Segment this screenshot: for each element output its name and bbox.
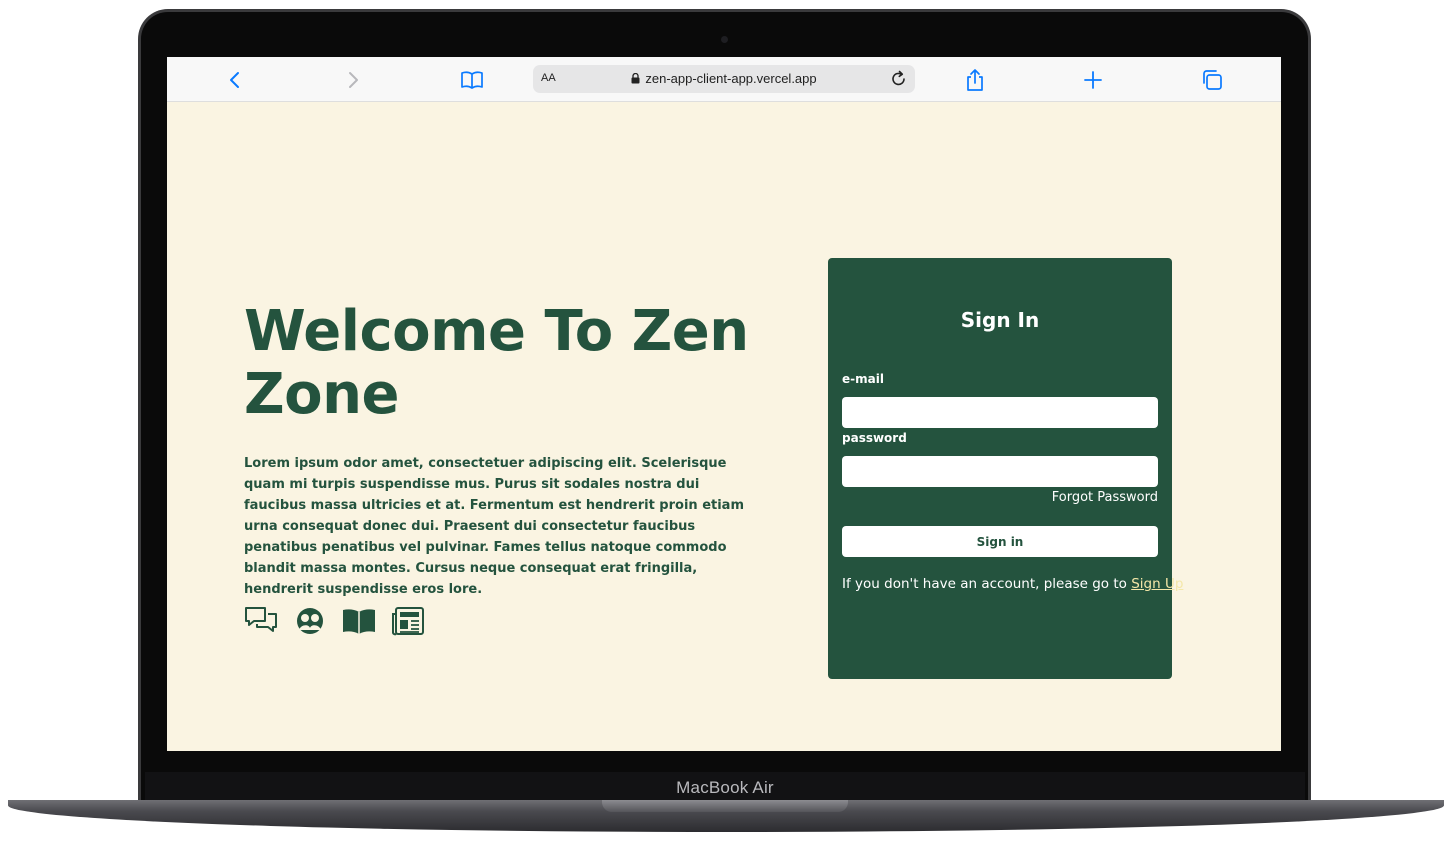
laptop-notch (602, 800, 848, 812)
address-bar[interactable]: AA zen-app-client-app.vercel.app (533, 65, 915, 93)
email-field[interactable] (842, 397, 1158, 428)
new-tab-icon (1084, 71, 1102, 89)
url-display: zen-app-client-app.vercel.app (533, 71, 915, 86)
hero-description: Lorem ipsum odor amet, consectetuer adip… (244, 456, 744, 597)
community-icon (292, 605, 328, 637)
back-icon (230, 72, 239, 88)
feature-icons (243, 605, 426, 637)
reload-button[interactable] (889, 69, 909, 89)
signup-prompt: If you don't have an account, please go … (842, 576, 1183, 592)
device-brand-label: MacBook Air (676, 778, 774, 797)
url-text: zen-app-client-app.vercel.app (645, 71, 817, 86)
forgot-password-link[interactable]: Forgot Password (1052, 490, 1158, 505)
signin-card: Sign In e-mail password Forgot Password … (828, 258, 1183, 679)
forward-button[interactable] (340, 67, 366, 93)
forward-icon (349, 72, 358, 88)
new-tab-button[interactable] (1080, 67, 1106, 93)
bookmarks-button[interactable] (459, 67, 485, 93)
laptop-chin: MacBook Air (145, 772, 1305, 802)
back-button[interactable] (222, 67, 248, 93)
signup-link[interactable]: Sign Up (1131, 576, 1183, 592)
chat-bubbles-icon (243, 605, 279, 637)
hero-title: Welcome To Zen Zone (244, 299, 749, 427)
share-button[interactable] (962, 67, 988, 93)
camera-dot (721, 36, 728, 43)
email-label: e-mail (842, 372, 884, 386)
lock-icon (631, 73, 640, 84)
password-label: password (842, 431, 907, 445)
tabs-button[interactable] (1199, 67, 1225, 93)
reload-icon (892, 70, 905, 86)
password-field[interactable] (842, 456, 1158, 487)
bookmarks-icon (461, 71, 483, 89)
share-icon (967, 69, 983, 91)
signin-title: Sign In (960, 308, 1040, 332)
newspaper-icon (390, 605, 426, 637)
signup-prompt-text: If you don't have an account, please go … (842, 576, 1132, 592)
tabs-icon (1203, 70, 1222, 90)
screen: AA zen-app-client-app.vercel.app Welcome… (167, 57, 1281, 751)
browser-toolbar: AA zen-app-client-app.vercel.app (167, 57, 1281, 102)
signin-button[interactable]: Sign in (842, 526, 1158, 557)
book-icon (341, 605, 377, 637)
